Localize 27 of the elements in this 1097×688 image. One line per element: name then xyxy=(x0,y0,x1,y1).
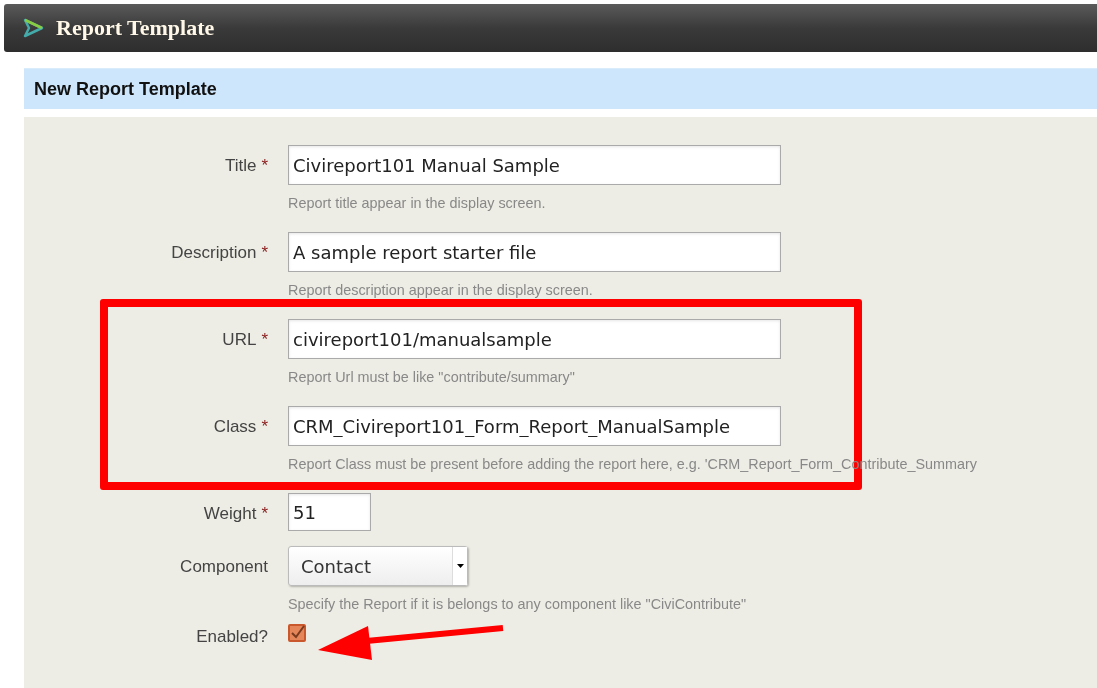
field-hint: Specify the Report if it is belongs to any component like "CiviContribute" xyxy=(288,596,748,612)
number-field[interactable]: 51 xyxy=(288,493,371,531)
field-label: URL xyxy=(222,330,257,350)
component-dropdown[interactable]: Contact xyxy=(288,546,468,586)
field-hint: Report title appear in the display screen. xyxy=(288,195,547,211)
field-label: Enabled? xyxy=(196,627,268,647)
required-mark: * xyxy=(261,417,268,437)
field-label: Description xyxy=(171,243,257,263)
required-mark: * xyxy=(261,504,268,524)
caret-icon xyxy=(456,564,464,568)
enabled-checkbox[interactable] xyxy=(288,624,306,642)
field-hint: Report Url must be like "contribute/summary" xyxy=(288,369,576,385)
section-title: New Report Template xyxy=(34,78,217,100)
text-field[interactable]: A sample report starter file xyxy=(288,232,781,272)
required-mark: * xyxy=(261,243,268,263)
logo-icon xyxy=(22,18,44,38)
text-field[interactable]: Civireport101 Manual Sample xyxy=(288,145,781,185)
field-label: Class xyxy=(213,417,257,437)
text-field[interactable]: civireport101/manualsample xyxy=(288,319,781,359)
text-field[interactable]: CRM_Civireport101_Form_Report_ManualSample xyxy=(288,406,781,446)
field-hint: Report description appear in the display screen. xyxy=(288,282,594,298)
page-title: Report Template xyxy=(56,15,215,41)
required-mark: * xyxy=(261,330,268,350)
field-label: Title xyxy=(224,156,257,176)
field-label: Component xyxy=(180,557,268,577)
field-label: Weight xyxy=(203,504,257,524)
required-mark: * xyxy=(261,156,268,176)
